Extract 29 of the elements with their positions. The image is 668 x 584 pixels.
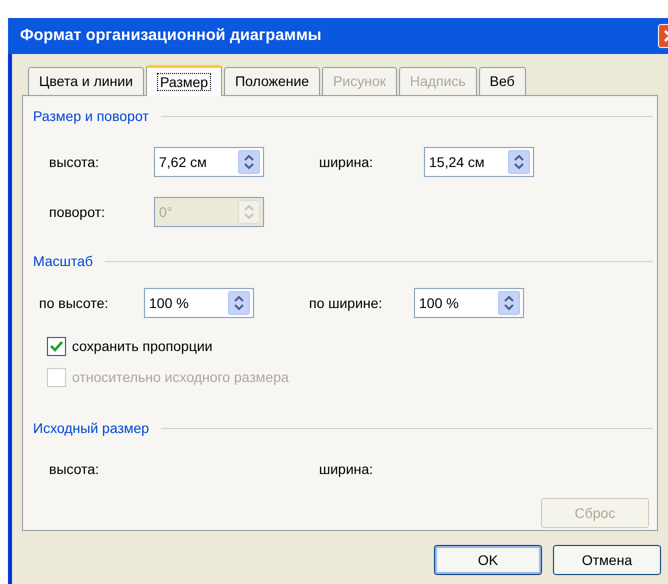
checkbox-label: относительно исходного размера [72, 368, 289, 387]
window-title: Формат организационной диаграммы [20, 26, 322, 46]
checkbox-label: сохранить пропорции [72, 337, 212, 356]
field-label: по ширине: [309, 294, 384, 313]
field-label: высота: [49, 152, 100, 172]
tab[interactable]: Положение [224, 67, 320, 95]
spin-arrows-icon[interactable] [238, 150, 260, 174]
spin-arrows-icon[interactable] [508, 150, 530, 174]
spin-arrows-icon[interactable] [498, 291, 520, 315]
field-label: высота: [49, 460, 100, 479]
checkmark-icon [50, 341, 63, 352]
section-title: Масштаб [33, 252, 93, 271]
dialog-button[interactable]: Отмена [553, 545, 661, 575]
spin-field[interactable]: 7,62 см [154, 147, 264, 177]
field-label: ширина: [319, 460, 374, 479]
tab[interactable]: Размер [146, 65, 222, 96]
spin-field[interactable]: 100 % [414, 288, 524, 318]
tab[interactable]: Веб [478, 67, 526, 95]
spin-field[interactable]: 100 % [144, 288, 254, 318]
tab[interactable]: Цвета и линии [28, 67, 144, 95]
section-title: Исходный размер [33, 419, 150, 438]
spin-field[interactable]: 15,24 см [424, 147, 534, 177]
field-label: поворот: [49, 202, 106, 222]
section-title: Размер и поворот [33, 107, 149, 126]
dialog-button[interactable]: OK [434, 545, 542, 575]
spin-arrows-icon[interactable] [228, 291, 250, 315]
field-label: по высоте: [39, 294, 110, 312]
checkbox[interactable] [47, 337, 66, 356]
field-label: ширина: [319, 152, 374, 172]
